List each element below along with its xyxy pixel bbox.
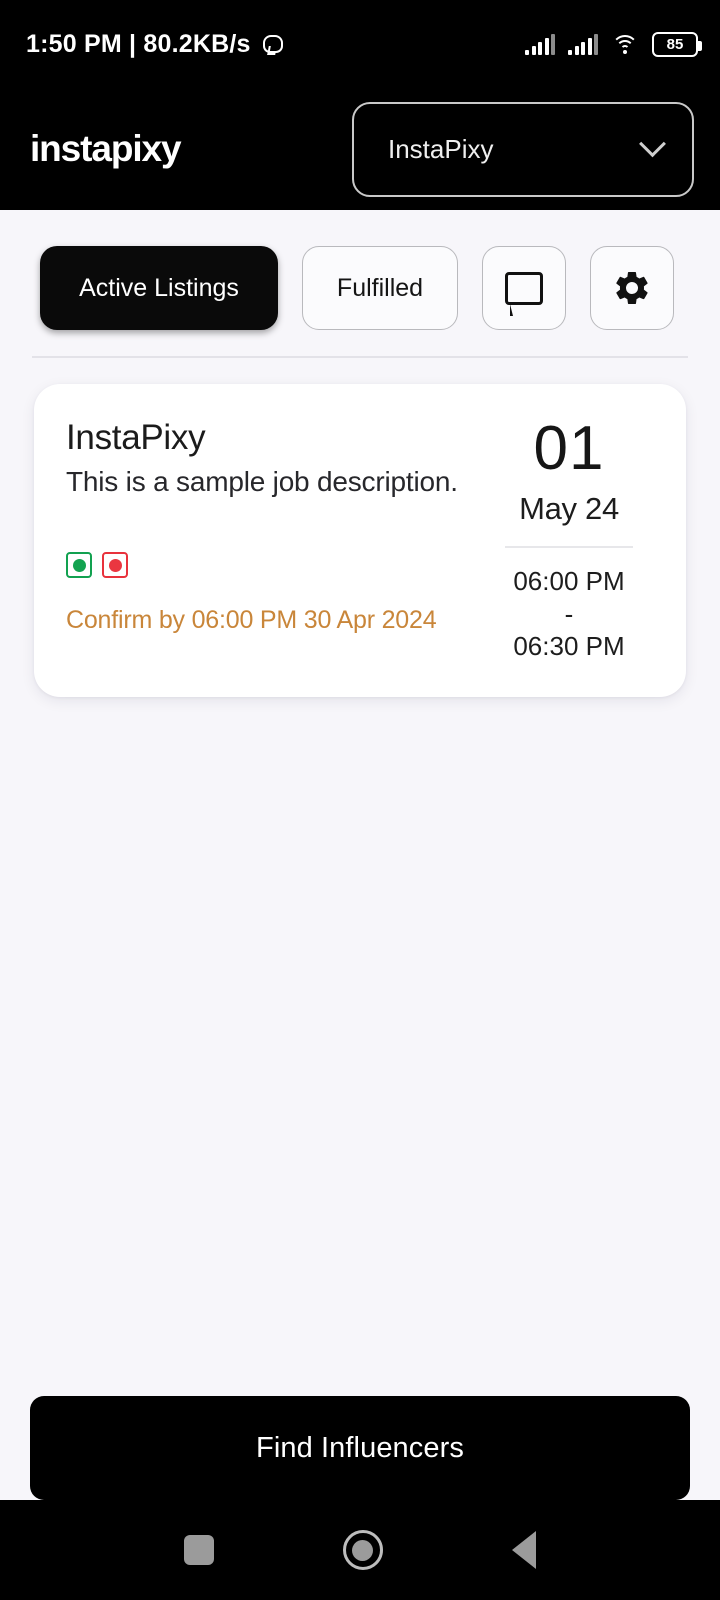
chat-bubble-icon (505, 271, 543, 316)
status-bar-right: 85 (525, 31, 702, 57)
tab-bar: Active Listings Fulfilled (0, 210, 720, 330)
listing-day: 01 (533, 414, 605, 483)
listing-card[interactable]: InstaPixy This is a sample job descripti… (34, 384, 686, 698)
app-logo: instapixy (30, 128, 182, 169)
listing-card-date-block: 01 May 24 06:00 PM - 06:30 PM (482, 418, 656, 663)
tab-active-listings[interactable]: Active Listings (40, 246, 278, 330)
listing-title: InstaPixy (66, 418, 206, 457)
tab-fulfilled[interactable]: Fulfilled (302, 246, 458, 330)
chat-button[interactable] (482, 246, 566, 330)
listing-start-time: 06:00 PM (513, 565, 625, 596)
confirm-deadline-text: Confirm by 06:00 PM 30 Apr 2024 (66, 606, 437, 634)
cta-container: Find Influencers (0, 1396, 720, 1500)
recents-square-icon[interactable] (184, 1535, 215, 1565)
chevron-down-icon (639, 129, 666, 157)
wifi-icon (611, 33, 639, 55)
brand-selector-dropdown[interactable]: InstaPixy (352, 101, 694, 197)
listing-month-year: May 24 (519, 490, 619, 526)
settings-button[interactable] (590, 246, 674, 330)
listing-time-dash: - (564, 598, 574, 629)
signal-bars-icon (525, 33, 555, 55)
status-bar: 1:50 PM | 80.2KB/s 85 (0, 0, 720, 88)
brand-selector-value: InstaPixy (388, 133, 494, 164)
listing-card-left: InstaPixy This is a sample job descripti… (66, 418, 482, 663)
status-badges (66, 552, 482, 578)
tab-divider (32, 356, 688, 358)
signal-bars-icon-2 (568, 33, 598, 55)
accepted-badge[interactable] (66, 552, 92, 578)
rejected-badge[interactable] (102, 552, 128, 578)
app-header: instapixy InstaPixy (0, 88, 720, 210)
back-triangle-icon[interactable] (511, 1531, 536, 1569)
listing-description: This is a sample job description. (66, 466, 458, 497)
date-time-divider (505, 545, 633, 548)
status-clock: 1:50 PM | 80.2KB/s (26, 29, 251, 58)
battery-icon: 85 (652, 31, 702, 57)
android-usb-icon (261, 33, 283, 55)
home-circle-icon[interactable] (342, 1530, 383, 1570)
listing-end-time: 06:30 PM (513, 631, 625, 662)
battery-level-label: 85 (666, 35, 684, 53)
status-bar-left: 1:50 PM | 80.2KB/s (26, 29, 283, 59)
android-nav-bar (0, 1500, 720, 1600)
gear-icon (616, 271, 648, 305)
find-influencers-button[interactable]: Find Influencers (30, 1396, 690, 1500)
